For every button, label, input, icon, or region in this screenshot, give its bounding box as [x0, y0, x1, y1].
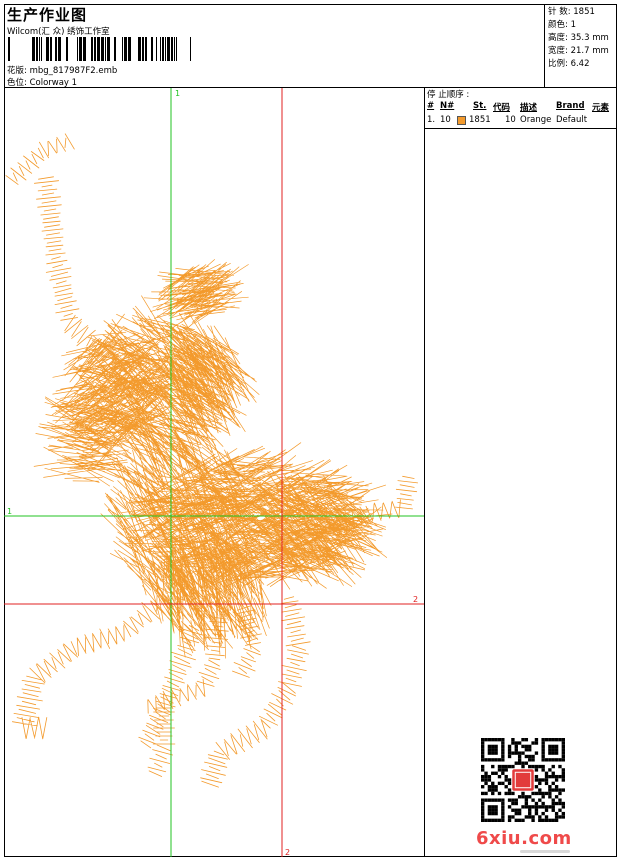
watermark-underline — [520, 850, 570, 853]
row-needle: 10 — [440, 115, 451, 125]
design-label: 花版: — [7, 66, 27, 76]
stitch-count: 针 数: 1851 — [548, 7, 595, 17]
embroidery-canvas: 1 1 2 2 — [4, 88, 425, 857]
col-number: # — [427, 101, 435, 111]
studio-name: Wilcom(汇 众) 绣饰工作室 — [7, 27, 110, 37]
col-code: 代码 — [493, 103, 511, 113]
col-brand: Brand — [556, 101, 585, 111]
colorway-line: 色位: Colorway 1 — [7, 76, 77, 88]
color-count: 颜色: 1 — [548, 20, 576, 30]
guide-2-bottom-label: 2 — [285, 848, 290, 857]
colorway-label: 色位: — [7, 78, 27, 88]
row-description: Orange — [520, 115, 552, 125]
design-width: 宽度: 21.7 mm — [548, 46, 609, 56]
header: 生产作业图 Wilcom(汇 众) 绣饰工作室 花版: mbg_817987F2… — [4, 4, 617, 88]
design-file-line: 花版: mbg_817987F2.emb — [7, 64, 117, 76]
embroidery-preview: 1 1 2 2 — [4, 88, 424, 857]
col-element: 元素 — [592, 103, 610, 113]
col-description: 描述 — [520, 103, 538, 113]
guide-1-left-label: 1 — [7, 507, 12, 516]
design-scale: 比例: 6.42 — [548, 59, 590, 69]
guide-2-right-label: 2 — [413, 595, 418, 604]
row-index: 1. — [427, 115, 436, 125]
colorway-value: Colorway 1 — [29, 78, 78, 88]
thread-color-swatch — [457, 116, 466, 125]
design-height: 高度: 35.3 mm — [548, 33, 609, 43]
sequence-table-header: # N# St. 代码 描述 Brand 元素 — [425, 101, 615, 114]
row-code: 10 — [505, 115, 516, 125]
table-row: 1. 10 1851 10 Orange Default — [425, 115, 615, 128]
col-stitches: St. — [473, 101, 487, 111]
header-info: 生产作业图 Wilcom(汇 众) 绣饰工作室 花版: mbg_817987F2… — [4, 4, 545, 88]
page-title: 生产作业图 — [7, 6, 88, 24]
barcode — [8, 37, 191, 61]
row-brand: Default — [556, 115, 588, 125]
design-file: mbg_817987F2.emb — [29, 66, 118, 76]
watermark-logo: 6xiu.com — [476, 828, 572, 849]
design-stats: 针 数: 1851 颜色: 1 高度: 35.3 mm 宽度: 21.7 mm … — [548, 6, 609, 71]
guide-1-top-label: 1 — [175, 89, 180, 98]
stitch-artwork — [5, 133, 418, 788]
stop-sequence-title: 停 止顺序 : — [427, 90, 470, 100]
stop-sequence-panel: 停 止顺序 : # N# St. 代码 描述 Brand 元素 1. 10 18… — [425, 88, 617, 129]
col-needle: N# — [440, 101, 455, 111]
row-stitches: 1851 — [469, 115, 491, 125]
qr-code — [481, 738, 565, 822]
